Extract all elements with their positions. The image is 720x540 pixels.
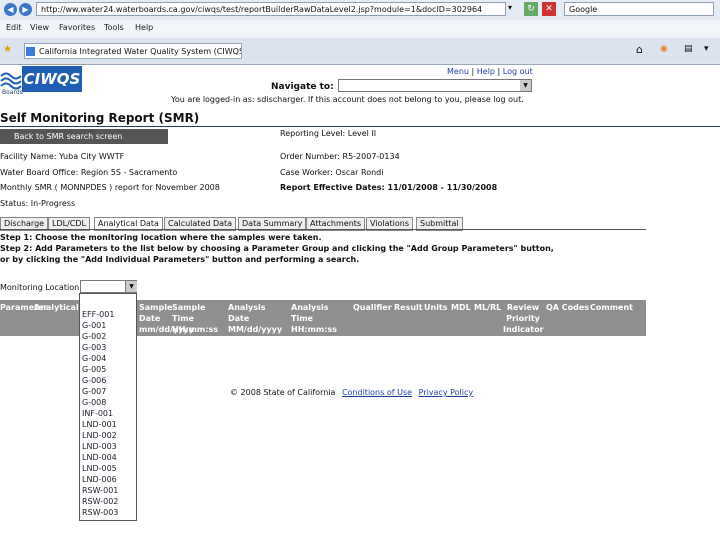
back-icon[interactable]: ◀ [4, 3, 17, 16]
navigate-select[interactable] [338, 79, 532, 92]
title-divider [0, 126, 720, 127]
monitoring-location-label: Monitoring Location: [0, 283, 82, 292]
report-status: Status: In-Progress [0, 199, 76, 208]
location-option[interactable]: G-003 [82, 342, 106, 353]
col-analysis-time: Analysis Time HH:mm:ss [291, 303, 337, 334]
location-option[interactable]: EFF-001 [82, 309, 114, 320]
favorites-star-icon[interactable]: ★ [3, 44, 12, 55]
logged-in-notice: You are logged-in as: sdischarger. If th… [171, 95, 524, 104]
location-option[interactable]: LND-005 [82, 463, 117, 474]
col-sample-date: Sample Date mm/dd/yyyy [139, 303, 194, 334]
col-units: Units [424, 303, 448, 312]
navigate-label: Navigate to: [271, 82, 334, 92]
location-option[interactable]: G-001 [82, 320, 106, 331]
col-qa-codes: QA Codes [546, 303, 590, 312]
menu-edit[interactable]: Edit [6, 23, 22, 32]
page-favicon-icon [26, 47, 35, 56]
location-option[interactable]: G-007 [82, 386, 106, 397]
col-qualifier: Qualifier [353, 303, 392, 312]
location-option[interactable]: LND-003 [82, 441, 117, 452]
col-mdl: MDL [451, 303, 471, 312]
menu-view[interactable]: View [30, 23, 49, 32]
col-review-priority: Review Priority Indicator [503, 303, 544, 334]
page-title: Self Monitoring Report (SMR) [0, 111, 200, 125]
chevron-down-icon[interactable]: ▼ [125, 281, 137, 292]
menu-help[interactable]: Help [135, 23, 153, 32]
location-option[interactable]: RSW-002 [82, 496, 118, 507]
location-option[interactable]: G-002 [82, 331, 106, 342]
page-footer: © 2008 State of California Conditions of… [230, 388, 473, 397]
location-option[interactable]: G-006 [82, 375, 106, 386]
col-ml-rl: ML/RL [474, 303, 502, 312]
report-description: Monthly SMR ( MONNPDES ) report for Nove… [0, 183, 220, 192]
conditions-of-use-link[interactable]: Conditions of Use [342, 388, 412, 397]
print-icon[interactable]: ▤ [684, 44, 693, 54]
menu-link[interactable]: Menu [447, 67, 469, 76]
address-dropdown-icon[interactable]: ▾ [508, 3, 512, 12]
refresh-icon[interactable]: ↻ [524, 2, 538, 16]
regional-board: Water Board Office: Region 5S - Sacramen… [0, 168, 178, 177]
menu-favorites[interactable]: Favorites [59, 23, 95, 32]
stop-icon[interactable]: ✕ [542, 2, 556, 16]
forward-icon[interactable]: ▶ [19, 3, 32, 16]
page-menu-icon[interactable]: ▾ [704, 44, 709, 54]
col-analysis-date: Analysis Date MM/dd/yyyy [228, 303, 283, 334]
col-comment: Comment [590, 303, 633, 312]
feeds-icon[interactable]: ◉ [660, 44, 668, 54]
location-option[interactable]: LND-006 [82, 474, 117, 485]
location-option[interactable]: LND-002 [82, 430, 117, 441]
effective-dates: Report Effective Dates: 11/01/2008 - 11/… [280, 183, 498, 192]
location-option[interactable]: G-004 [82, 353, 106, 364]
step-1-text: Step 1: Choose the monitoring location w… [0, 233, 322, 242]
water-boards-logo-icon [0, 68, 22, 90]
browser-tab[interactable]: California Integrated Water Quality Syst… [24, 43, 242, 59]
browser-search-input[interactable]: Google [564, 2, 714, 16]
home-icon[interactable]: ⌂ [636, 43, 643, 56]
col-result: Result [394, 303, 423, 312]
col-sample-time: Sample Time HH:mm:ss [172, 303, 218, 334]
location-option[interactable]: RSW-001 [82, 485, 118, 496]
chevron-down-icon[interactable]: ▼ [520, 80, 531, 91]
location-option[interactable]: G-005 [82, 364, 106, 375]
facility-name: Facility Name: Yuba City WWTF [0, 152, 125, 161]
menu-tools[interactable]: Tools [104, 23, 124, 32]
back-to-search-button[interactable]: Back to SMR search screen [0, 129, 168, 144]
top-links: Menu | Help | Log out [447, 67, 533, 76]
ciwqs-logo: CIWQS [22, 66, 82, 92]
logo-subtext: Boards [2, 89, 23, 96]
location-option[interactable]: RSW-003 [82, 507, 118, 518]
help-link[interactable]: Help [477, 67, 495, 76]
logout-link[interactable]: Log out [503, 67, 533, 76]
copyright-text: © 2008 State of California [230, 388, 336, 397]
privacy-policy-link[interactable]: Privacy Policy [419, 388, 474, 397]
address-input[interactable]: http://ww.water24.waterboards.ca.gov/ciw… [36, 2, 506, 16]
order-number: Order Number: R5-2007-0134 [280, 152, 400, 161]
location-option[interactable]: G-008 [82, 397, 106, 408]
case-worker: Case Worker: Oscar Rondi [280, 168, 384, 177]
location-option[interactable]: INF-001 [82, 408, 113, 419]
tabs-divider [0, 229, 646, 230]
reporting-level: Reporting Level: Level II [280, 129, 377, 138]
step-2b-text: or by clicking the "Add Individual Param… [0, 255, 360, 264]
step-2-text: Step 2: Add Parameters to the list below… [0, 244, 554, 253]
location-option[interactable]: LND-001 [82, 419, 117, 430]
location-option[interactable]: LND-004 [82, 452, 117, 463]
